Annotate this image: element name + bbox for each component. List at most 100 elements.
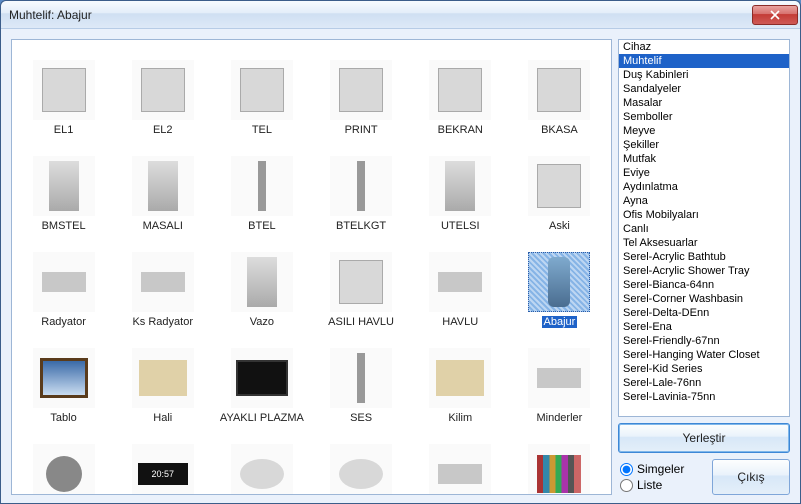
grid-item[interactable]: BEKRAN [411, 44, 510, 140]
thumbnail-shape [436, 360, 484, 396]
dialog-content: EL1 EL2TEL PRINT BEKRANBKASA BMSTEL MASALI BTE… [1, 29, 800, 503]
grid-item[interactable]: Hali [113, 332, 212, 428]
window-title: Muhtelif: Abajur [9, 8, 752, 22]
category-item[interactable]: Serel-Acrylic Shower Tray [619, 264, 789, 278]
category-item[interactable]: Serel-Lavinia-75nn [619, 390, 789, 404]
thumbnail [429, 60, 491, 120]
grid-item-label: Abajur [542, 316, 578, 328]
category-item[interactable]: Canlı [619, 222, 789, 236]
radio-icons[interactable]: Simgeler [620, 462, 706, 476]
thumbnail-grid[interactable]: EL1 EL2TEL PRINT BEKRANBKASA BMSTEL MASALI BTE… [12, 40, 611, 494]
category-item[interactable]: Semboller [619, 110, 789, 124]
category-item[interactable]: Cihaz [619, 40, 789, 54]
thumbnail-shape [357, 161, 365, 211]
thumbnail [132, 60, 194, 120]
place-button[interactable]: Yerleştir [618, 423, 790, 453]
thumbnail-shape [141, 68, 185, 112]
grid-item[interactable]: Acik Kitap [212, 428, 311, 494]
category-item[interactable]: Serel-Hanging Water Closet [619, 348, 789, 362]
view-mode-radios: Simgeler Liste [618, 462, 706, 492]
category-item[interactable]: Serel-Delta-DEnn [619, 306, 789, 320]
grid-item[interactable]: Minderler [510, 332, 609, 428]
grid-item-label: BTELKGT [334, 220, 388, 232]
thumbnail [528, 348, 590, 408]
category-item[interactable]: Serel-Friendly-67nn [619, 334, 789, 348]
grid-item[interactable]: BTELKGT [311, 140, 410, 236]
grid-item[interactable]: ASILI HAVLU [311, 236, 410, 332]
category-listbox[interactable]: CihazMuhtelifDuş KabinleriSandalyelerMas… [618, 39, 790, 417]
thumbnail [330, 60, 392, 120]
close-icon [770, 10, 780, 20]
category-item[interactable]: Serel-Acrylic Bathtub [619, 250, 789, 264]
grid-item[interactable]: TEL [212, 44, 311, 140]
thumbnail-shape [42, 272, 86, 292]
category-item[interactable]: Meyve [619, 124, 789, 138]
thumbnail [132, 348, 194, 408]
grid-item[interactable]: AYAKLI PLAZMA [212, 332, 311, 428]
grid-item[interactable]: BTEL [212, 140, 311, 236]
grid-item[interactable]: HAVLU [411, 236, 510, 332]
grid-item[interactable]: 20:57Saat [113, 428, 212, 494]
thumbnail [528, 252, 590, 312]
grid-item[interactable]: SES [311, 332, 410, 428]
category-item[interactable]: Serel-Kid Series [619, 362, 789, 376]
thumbnail-grid-panel: EL1 EL2TEL PRINT BEKRANBKASA BMSTEL MASALI BTE… [11, 39, 612, 495]
grid-item-label: HAVLU [440, 316, 480, 328]
thumbnail-shape [438, 272, 482, 292]
grid-item[interactable]: PRINT [311, 44, 410, 140]
grid-item[interactable]: MASALI [113, 140, 212, 236]
thumbnail-shape [40, 358, 88, 398]
grid-item[interactable]: UTELSI [411, 140, 510, 236]
radio-list[interactable]: Liste [620, 478, 706, 492]
category-item[interactable]: Mutfak [619, 152, 789, 166]
category-item[interactable]: Sandalyeler [619, 82, 789, 96]
category-item[interactable]: Serel-Ena [619, 320, 789, 334]
grid-item-label: Ks Radyator [130, 316, 195, 328]
category-item[interactable]: Duş Kabinleri [619, 68, 789, 82]
grid-item[interactable]: Abajur [510, 236, 609, 332]
grid-item[interactable]: Ks Radyator [113, 236, 212, 332]
grid-item[interactable]: Vazo [212, 236, 311, 332]
radio-list-input[interactable] [620, 479, 633, 492]
grid-item[interactable]: Tablo [14, 332, 113, 428]
thumbnail-shape [438, 68, 482, 112]
grid-item-label: PRINT [343, 124, 380, 136]
category-item[interactable]: Ofis Mobilyaları [619, 208, 789, 222]
category-item[interactable]: Serel-Corner Washbasin [619, 292, 789, 306]
thumbnail-shape [339, 260, 383, 304]
grid-item[interactable]: Radyator [14, 236, 113, 332]
grid-item[interactable]: Kitaplar-Raf [510, 428, 609, 494]
category-item[interactable]: Şekiller [619, 138, 789, 152]
grid-item-label: BTEL [246, 220, 278, 232]
grid-item[interactable]: Acik Kitap2 [311, 428, 410, 494]
category-item[interactable]: Tel Aksesuarlar [619, 236, 789, 250]
grid-item[interactable]: EL2 [113, 44, 212, 140]
exit-button[interactable]: Çıkış [712, 459, 790, 495]
grid-item[interactable]: Kilim [411, 332, 510, 428]
thumbnail-shape [548, 257, 570, 307]
thumbnail-shape [148, 161, 178, 211]
category-item[interactable]: Eviye [619, 166, 789, 180]
grid-item[interactable]: Aski [510, 140, 609, 236]
category-item[interactable]: Masalar [619, 96, 789, 110]
thumbnail-shape [240, 459, 284, 489]
thumbnail [231, 60, 293, 120]
category-item[interactable]: Muhtelif [619, 54, 789, 68]
grid-item[interactable]: BKASA [510, 44, 609, 140]
radio-icons-label: Simgeler [637, 462, 684, 476]
thumbnail-shape [258, 161, 266, 211]
category-item[interactable]: Serel-Bianca-64nn [619, 278, 789, 292]
grid-item[interactable]: Mumlar [14, 428, 113, 494]
grid-item[interactable]: Kitaplar [411, 428, 510, 494]
radio-icons-input[interactable] [620, 463, 633, 476]
grid-item-label: BMSTEL [40, 220, 88, 232]
thumbnail [429, 444, 491, 494]
exit-button-label: Çıkış [737, 470, 764, 484]
category-item[interactable]: Serel-Lale-76nn [619, 376, 789, 390]
grid-item-label: EL1 [52, 124, 76, 136]
category-item[interactable]: Aydınlatma [619, 180, 789, 194]
grid-item[interactable]: EL1 [14, 44, 113, 140]
category-item[interactable]: Ayna [619, 194, 789, 208]
close-button[interactable] [752, 5, 798, 25]
grid-item[interactable]: BMSTEL [14, 140, 113, 236]
